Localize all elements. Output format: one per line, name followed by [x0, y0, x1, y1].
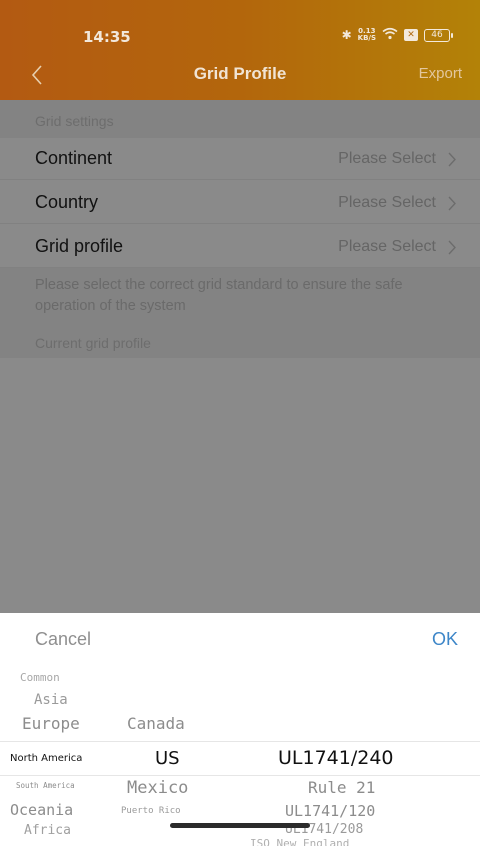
nav-bar: Grid Profile Export: [0, 55, 480, 95]
sim-off-icon: ✕: [404, 29, 418, 41]
picker-profile-selected[interactable]: UL1741/240: [278, 747, 394, 769]
wifi-icon: [382, 27, 398, 43]
ok-button[interactable]: OK: [432, 629, 458, 650]
selection-line-bottom: [0, 775, 480, 776]
status-time: 14:35: [83, 28, 131, 46]
picker-continent-option[interactable]: Asia: [34, 692, 68, 708]
network-speed: 0.13 KB/S: [358, 28, 376, 42]
picker-country-option[interactable]: Puerto Rico: [121, 806, 181, 816]
cancel-button[interactable]: Cancel: [35, 629, 91, 650]
picker-continent-option[interactable]: Common: [20, 671, 60, 684]
page-title: Grid Profile: [193, 64, 287, 83]
picker-country-option[interactable]: Mexico: [127, 778, 188, 798]
export-button[interactable]: Export: [419, 65, 462, 82]
picker-country-option[interactable]: Canada: [127, 714, 185, 733]
picker-continent-option[interactable]: South America: [16, 781, 75, 790]
picker-continent-option[interactable]: Africa: [24, 823, 71, 838]
grid-picker-sheet: Cancel OK Common Asia Europe North Ameri…: [0, 613, 480, 846]
battery-icon: 46: [424, 28, 453, 42]
modal-overlay[interactable]: [0, 100, 480, 613]
picker-wheels[interactable]: Common Asia Europe North America South A…: [0, 665, 480, 846]
picker-profile-option[interactable]: Rule 21: [308, 778, 375, 797]
picker-continent-option[interactable]: Oceania: [10, 801, 73, 819]
picker-profile-option[interactable]: ISO New England: [250, 837, 349, 846]
picker-country-selected[interactable]: US: [155, 748, 180, 769]
selection-line-top: [0, 741, 480, 742]
network-speed-unit: KB/S: [357, 34, 376, 42]
picker-profile-option[interactable]: UL1741/120: [285, 802, 375, 820]
app-header: 14:35 ✱ 0.13 KB/S ✕ 46 Grid Profile Expo…: [0, 0, 480, 100]
status-icons: ✱ 0.13 KB/S ✕ 46: [341, 27, 453, 43]
bluetooth-icon: ✱: [341, 28, 352, 42]
picker-continent-option[interactable]: Europe: [22, 714, 80, 733]
picker-continent-selected[interactable]: North America: [10, 753, 82, 764]
home-indicator: [170, 823, 310, 828]
battery-level: 46: [431, 30, 443, 40]
